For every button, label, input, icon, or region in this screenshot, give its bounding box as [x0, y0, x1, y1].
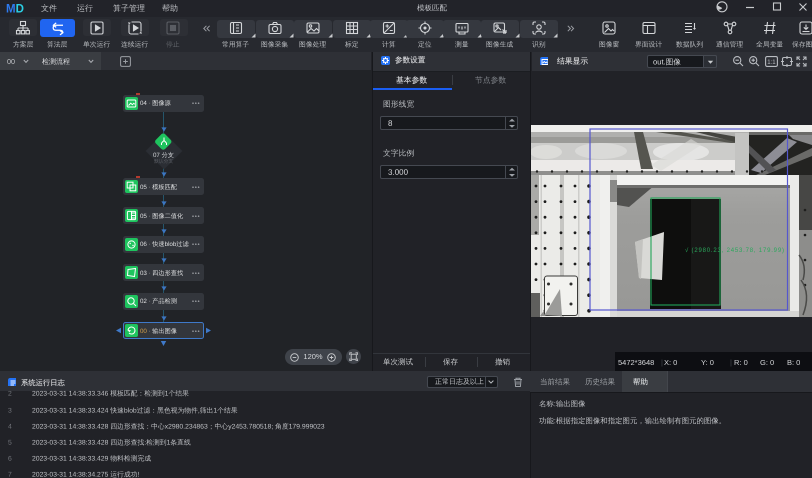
- svg-text:1:1: 1:1: [767, 60, 776, 66]
- svg-text:√ (2980.23, 2453.78, 179.99): √ (2980.23, 2453.78, 179.99): [685, 247, 785, 254]
- svg-text:MD: MD: [6, 4, 24, 16]
